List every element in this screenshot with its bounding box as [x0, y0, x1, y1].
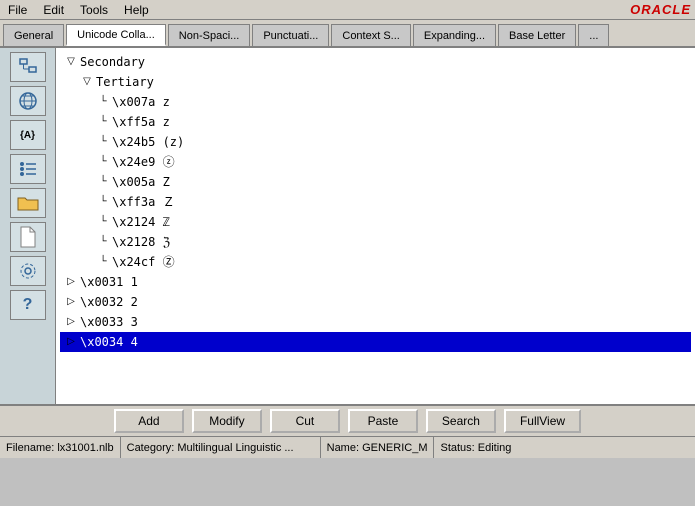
tree-node-xff5a[interactable]: └\xff5a z: [60, 112, 691, 132]
tree-label: \x0034 4: [80, 333, 138, 351]
document-icon[interactable]: [10, 222, 46, 252]
tree-label: \xff5a z: [112, 113, 170, 131]
tab-unicode-colla[interactable]: Unicode Colla...: [66, 24, 166, 46]
tree-node-x005a[interactable]: └\x005a Z: [60, 172, 691, 192]
expand-icon: └: [96, 195, 110, 209]
tree-node-x24e9[interactable]: └\x24e9 ⓩ: [60, 152, 691, 172]
tab-non-spaci[interactable]: Non-Spaci...: [168, 24, 251, 46]
button-bar: Add Modify Cut Paste Search FullView: [0, 404, 695, 436]
tree-label: \x24b5 (z): [112, 133, 184, 151]
tree-node-x0034[interactable]: ▷\x0034 4: [60, 332, 691, 352]
modify-button[interactable]: Modify: [192, 409, 262, 433]
regex-icon[interactable]: {A}: [10, 120, 46, 150]
tree-node-x2124[interactable]: └\x2124 ℤ: [60, 212, 691, 232]
tree-label: \x005a Z: [112, 173, 170, 191]
paste-button[interactable]: Paste: [348, 409, 418, 433]
tree-label: \xff3a Ｚ: [112, 193, 175, 211]
tree-node-x0033[interactable]: ▷\x0033 3: [60, 312, 691, 332]
expand-icon: └: [96, 135, 110, 149]
tree-node-x24b5[interactable]: └\x24b5 (z): [60, 132, 691, 152]
sidebar: {A}: [0, 48, 56, 404]
status-bar: Filename: lx31001.nlb Category: Multilin…: [0, 436, 695, 458]
expand-icon: ▽: [80, 75, 94, 89]
expand-icon: ▷: [64, 315, 78, 329]
help-icon[interactable]: ?: [10, 290, 46, 320]
tree-node-x0031[interactable]: ▷\x0031 1: [60, 272, 691, 292]
menu-tools[interactable]: Tools: [76, 2, 112, 18]
expand-icon: └: [96, 255, 110, 269]
menu-file[interactable]: File: [4, 2, 31, 18]
status-category: Category: Multilingual Linguistic ...: [121, 437, 321, 458]
tab-context-s[interactable]: Context S...: [331, 24, 410, 46]
tree-node-x0032[interactable]: ▷\x0032 2: [60, 292, 691, 312]
fullview-button[interactable]: FullView: [504, 409, 581, 433]
tree-node-x007a[interactable]: └\x007a z: [60, 92, 691, 112]
tree-label: \x2128 ℨ: [112, 233, 170, 251]
tree-label: \x0033 3: [80, 313, 138, 331]
tree-label: Tertiary: [96, 73, 154, 91]
tree-label: \x24e9 ⓩ: [112, 153, 175, 171]
tree-label: \x0032 2: [80, 293, 138, 311]
expand-icon: └: [96, 115, 110, 129]
status-filename: Filename: lx31001.nlb: [0, 437, 121, 458]
status-status: Status: Editing: [434, 437, 695, 458]
tree-node-x24cf[interactable]: └\x24cf Ⓩ: [60, 252, 691, 272]
tree-label: \x007a z: [112, 93, 170, 111]
tree-area[interactable]: ▽Secondary▽Tertiary└\x007a z└\xff5a z└\x…: [56, 48, 695, 404]
add-button[interactable]: Add: [114, 409, 184, 433]
expand-icon: └: [96, 215, 110, 229]
tree-node-xff3a[interactable]: └\xff3a Ｚ: [60, 192, 691, 212]
expand-icon: └: [96, 175, 110, 189]
expand-icon: ▷: [64, 335, 78, 349]
tree-label: \x24cf Ⓩ: [112, 253, 175, 271]
expand-icon: └: [96, 235, 110, 249]
tabs-bar: General Unicode Colla... Non-Spaci... Pu…: [0, 20, 695, 48]
oracle-logo: ORACLE: [630, 2, 691, 17]
expand-icon: ▷: [64, 295, 78, 309]
menu-help[interactable]: Help: [120, 2, 153, 18]
tab-punctuati[interactable]: Punctuati...: [252, 24, 329, 46]
menu-bar: File Edit Tools Help ORACLE: [0, 0, 695, 20]
expand-icon: ▷: [64, 275, 78, 289]
tab-expanding[interactable]: Expanding...: [413, 24, 496, 46]
expand-icon: └: [96, 155, 110, 169]
main-layout: {A}: [0, 48, 695, 404]
gear-icon[interactable]: [10, 256, 46, 286]
tab-general[interactable]: General: [3, 24, 64, 46]
tab-base-letter[interactable]: Base Letter: [498, 24, 576, 46]
search-button[interactable]: Search: [426, 409, 496, 433]
menu-edit[interactable]: Edit: [39, 2, 68, 18]
folder-icon[interactable]: [10, 188, 46, 218]
tree-label: \x0031 1: [80, 273, 138, 291]
tree-node-tertiary[interactable]: ▽Tertiary: [60, 72, 691, 92]
tab-more[interactable]: ...: [578, 24, 609, 46]
tree-node-x2128[interactable]: └\x2128 ℨ: [60, 232, 691, 252]
tree-label: \x2124 ℤ: [112, 213, 170, 231]
hierarchy-icon[interactable]: [10, 52, 46, 82]
expand-icon: └: [96, 95, 110, 109]
tree-label: Secondary: [80, 53, 145, 71]
expand-icon: ▽: [64, 55, 78, 69]
status-name: Name: GENERIC_M: [321, 437, 435, 458]
list-icon[interactable]: [10, 154, 46, 184]
cut-button[interactable]: Cut: [270, 409, 340, 433]
tree-node-secondary[interactable]: ▽Secondary: [60, 52, 691, 72]
globe-icon[interactable]: [10, 86, 46, 116]
menu-items: File Edit Tools Help: [4, 2, 153, 18]
